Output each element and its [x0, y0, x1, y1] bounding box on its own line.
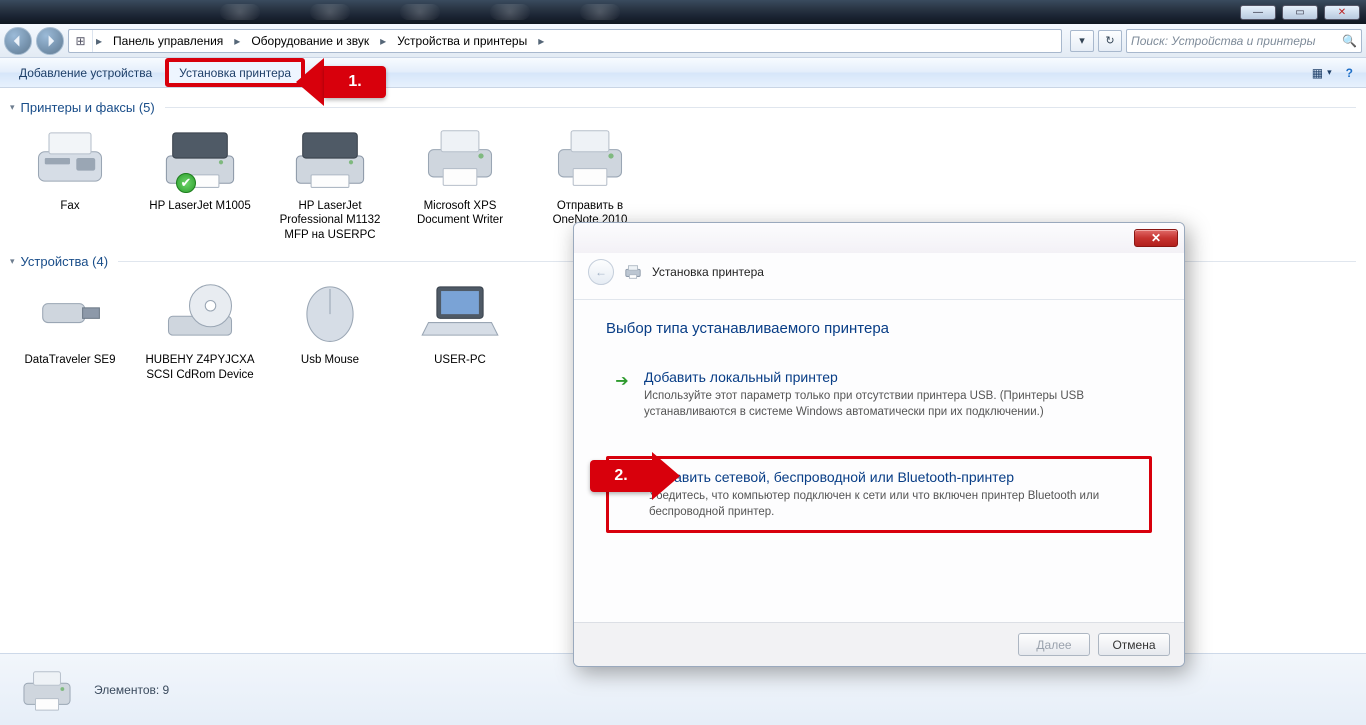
chevron-right-icon: ▸ [231, 34, 243, 48]
printer-icon [288, 119, 372, 195]
option-desc: Используйте этот параметр только при отс… [644, 389, 1124, 420]
device-item[interactable]: Usb Mouse [274, 273, 386, 382]
printer-icon: ✔ [158, 119, 242, 195]
annotation-callout-1: 1. [296, 58, 386, 106]
item-label: HUBEHY Z4PYJCXA SCSI CdRom Device [144, 353, 256, 382]
option-desc: Убедитесь, что компьютер подключен к сет… [649, 489, 1129, 520]
breadcrumb[interactable]: ⊞ ▸ Панель управления ▸ Оборудование и з… [68, 29, 1062, 53]
arrow-right-icon: ➔ [612, 371, 632, 420]
nav-back-button[interactable] [4, 27, 32, 55]
item-label: HP LaserJet M1005 [144, 199, 256, 213]
device-item[interactable]: HUBEHY Z4PYJCXA SCSI CdRom Device [144, 273, 256, 382]
printer-icon [548, 119, 632, 195]
wizard-titlebar[interactable]: ✕ [574, 223, 1184, 253]
add-device-button[interactable]: Добавление устройства [6, 58, 165, 87]
item-label: Usb Mouse [274, 353, 386, 367]
breadcrumb-item[interactable]: Панель управления [105, 30, 231, 52]
search-icon: 🔍 [1342, 34, 1357, 48]
group-title: Устройства (4) [21, 254, 109, 269]
item-label: DataTraveler SE9 [14, 353, 126, 367]
printer-item[interactable]: HP LaserJet Professional M1132 MFP на US… [274, 119, 386, 242]
search-input[interactable]: Поиск: Устройства и принтеры 🔍 [1126, 29, 1362, 53]
chevron-right-icon: ▸ [93, 34, 105, 48]
option-title: Добавить локальный принтер [644, 369, 1124, 385]
option-network-printer[interactable]: ➔ Добавить сетевой, беспроводной или Blu… [606, 456, 1152, 533]
wizard-heading: Выбор типа устанавливаемого принтера [606, 320, 1152, 337]
printer-item[interactable]: Fax [14, 119, 126, 242]
chevron-right-icon: ▸ [377, 34, 389, 48]
status-text: Элементов: 9 [94, 683, 169, 697]
os-titlebar: — ▭ ✕ [0, 0, 1366, 24]
group-header-printers[interactable]: ▾ Принтеры и факсы (5) [10, 100, 1356, 115]
item-label: Fax [14, 199, 126, 213]
device-item[interactable]: USER-PC [404, 273, 516, 382]
option-title: Добавить сетевой, беспроводной или Bluet… [649, 469, 1129, 485]
device-icon [158, 273, 242, 349]
breadcrumb-item[interactable]: Устройства и принтеры [389, 30, 535, 52]
printer-item[interactable]: ✔ HP LaserJet M1005 [144, 119, 256, 242]
item-label: USER-PC [404, 353, 516, 367]
default-check-icon: ✔ [176, 173, 196, 193]
collapse-icon: ▾ [10, 102, 15, 113]
wizard-title: Установка принтера [652, 265, 764, 279]
annotation-callout-2-label: 2. [590, 460, 652, 492]
refresh-button[interactable]: ↻ [1098, 30, 1122, 52]
item-label: Microsoft XPS Document Writer [404, 199, 516, 228]
background-decor [0, 0, 1232, 24]
device-item[interactable]: DataTraveler SE9 [14, 273, 126, 382]
printer-item[interactable]: Microsoft XPS Document Writer [404, 119, 516, 242]
command-toolbar: Добавление устройства Установка принтера… [0, 58, 1366, 88]
annotation-callout-2: 2. [590, 452, 680, 500]
wizard-close-button[interactable]: ✕ [1134, 229, 1178, 247]
add-printer-wizard: ✕ ← Установка принтера Выбор типа устана… [573, 222, 1185, 667]
address-bar: ⊞ ▸ Панель управления ▸ Оборудование и з… [0, 24, 1366, 58]
wizard-next-button[interactable]: Далее [1018, 633, 1090, 656]
device-icon [288, 273, 372, 349]
item-label: HP LaserJet Professional M1132 MFP на US… [274, 199, 386, 242]
collapse-icon: ▾ [10, 256, 15, 267]
breadcrumb-dropdown-button[interactable]: ▾ [1070, 30, 1094, 52]
maximize-button[interactable]: ▭ [1282, 5, 1318, 20]
printer-icon [18, 666, 76, 714]
location-icon: ⊞ [69, 30, 93, 52]
annotation-callout-1-label: 1. [324, 66, 386, 98]
option-local-printer[interactable]: ➔ Добавить локальный принтер Используйте… [606, 363, 1152, 438]
wizard-back-button[interactable]: ← [588, 259, 614, 285]
view-options-button[interactable]: ▦▾ [1305, 58, 1339, 87]
minimize-button[interactable]: — [1240, 5, 1276, 20]
printer-icon [418, 119, 502, 195]
breadcrumb-item[interactable]: Оборудование и звук [243, 30, 377, 52]
nav-forward-button[interactable] [36, 27, 64, 55]
chevron-right-icon: ▸ [535, 34, 547, 48]
add-printer-button[interactable]: Установка принтера [165, 58, 305, 87]
printer-icon [28, 119, 112, 195]
device-icon [28, 273, 112, 349]
printer-icon [624, 263, 642, 281]
group-title: Принтеры и факсы (5) [21, 100, 155, 115]
wizard-footer: Далее Отмена [574, 622, 1184, 666]
help-button[interactable]: ? [1339, 58, 1360, 87]
wizard-cancel-button[interactable]: Отмена [1098, 633, 1170, 656]
search-placeholder: Поиск: Устройства и принтеры [1131, 34, 1315, 48]
device-icon [418, 273, 502, 349]
close-button[interactable]: ✕ [1324, 5, 1360, 20]
add-printer-label: Установка принтера [179, 66, 291, 80]
